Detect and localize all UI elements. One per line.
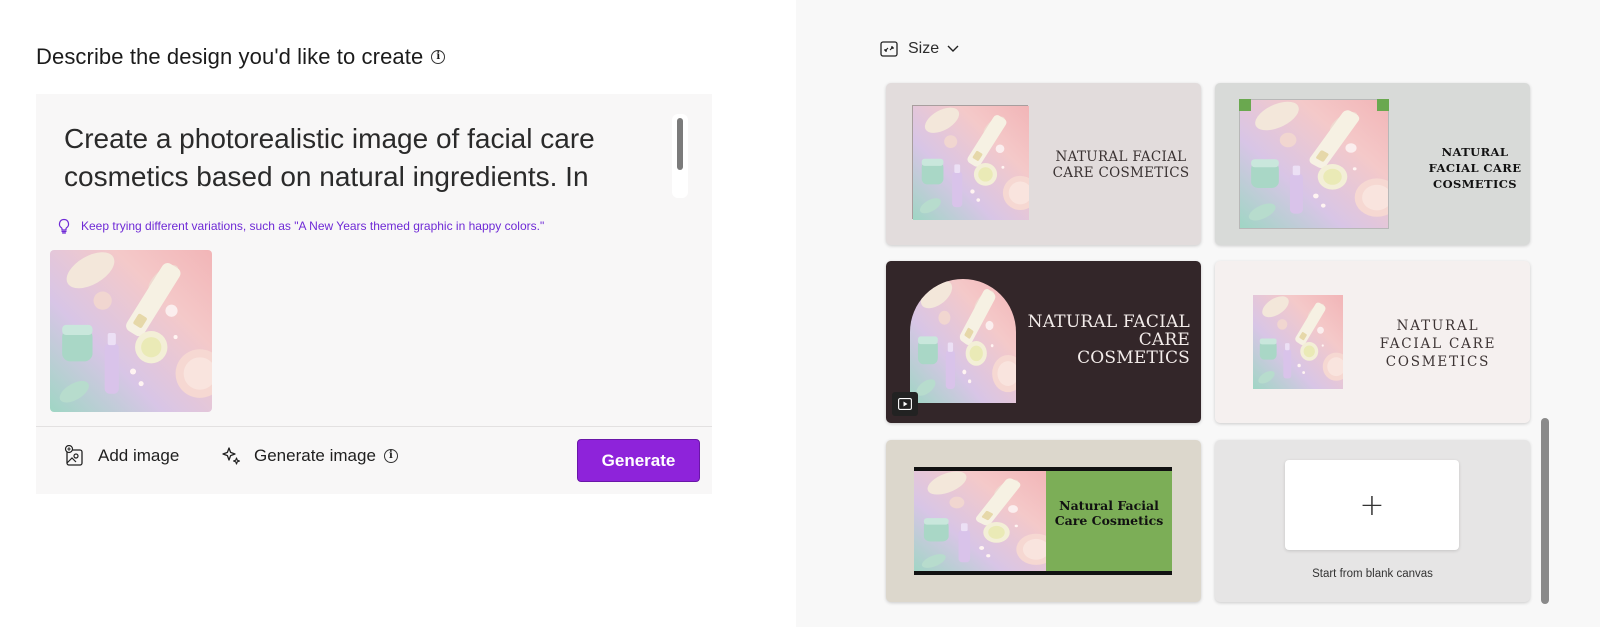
chevron-down-icon xyxy=(947,45,959,52)
template-border xyxy=(914,571,1172,575)
template-title: NATURAL FACIAL CARE COSMETICS xyxy=(1379,318,1497,370)
corner-accent xyxy=(1377,99,1389,111)
prompt-card: Create a photorealistic image of facial … xyxy=(36,94,712,494)
template-image xyxy=(910,279,1016,403)
template-title: Natural Facial Care Cosmetics xyxy=(1054,498,1164,528)
add-image-label: Add image xyxy=(98,446,180,465)
template-card[interactable]: Natural Facial Care Cosmetics xyxy=(886,440,1201,602)
reference-image-thumbnail[interactable] xyxy=(50,250,212,412)
plus-icon: + xyxy=(1285,460,1459,550)
tip-hint: Keep trying different variations, such a… xyxy=(56,218,544,234)
tip-text: Keep trying different variations, such a… xyxy=(81,219,545,233)
sparkle-icon xyxy=(222,447,241,465)
template-card[interactable]: NATURAL FACIAL CARE COSMETICS xyxy=(886,261,1201,423)
template-image xyxy=(1239,99,1389,229)
template-image xyxy=(912,105,1028,219)
template-card[interactable]: NATURAL FACIAL CARE COSMETICS xyxy=(1215,83,1530,245)
template-border xyxy=(914,467,1172,471)
corner-accent xyxy=(1239,99,1251,111)
template-image xyxy=(914,470,1046,574)
template-title: NATURAL FACIAL CARE COSMETICS xyxy=(1428,145,1522,191)
size-label: Size xyxy=(908,40,940,57)
prompt-heading: Describe the design you'd like to create… xyxy=(36,44,446,70)
prompt-textarea[interactable]: Create a photorealistic image of facial … xyxy=(64,120,664,196)
templates-scrollbar[interactable] xyxy=(1541,418,1549,604)
prompt-scrollbar-thumb[interactable] xyxy=(677,118,683,170)
template-card[interactable]: NATURAL FACIAL CARE COSMETICS xyxy=(886,83,1201,245)
template-image xyxy=(1253,295,1343,389)
generate-image-button[interactable]: Generate image i xyxy=(220,445,398,467)
prompt-actions: Add image Generate image i Generate xyxy=(36,427,712,494)
templates-panel: Size NATURAL FACIAL CARE COSMETICS NATUR… xyxy=(796,0,1600,627)
prompt-heading-text: Describe the design you'd like to create xyxy=(36,44,424,69)
play-icon xyxy=(892,392,918,416)
info-icon[interactable]: i xyxy=(383,449,398,463)
generate-button[interactable]: Generate xyxy=(577,439,700,482)
resize-icon xyxy=(880,41,898,57)
info-icon[interactable]: i xyxy=(431,50,446,64)
add-image-icon xyxy=(64,445,83,466)
generate-image-label: Generate image xyxy=(254,446,376,465)
template-title: NATURAL FACIAL CARE COSMETICS xyxy=(1027,312,1190,368)
template-title: NATURAL FACIAL CARE COSMETICS xyxy=(1052,149,1190,181)
prompt-scrollbar[interactable] xyxy=(672,114,688,198)
blank-canvas-card[interactable]: + Start from blank canvas xyxy=(1215,440,1530,602)
template-card[interactable]: NATURAL FACIAL CARE COSMETICS xyxy=(1215,261,1530,423)
size-dropdown[interactable]: Size xyxy=(880,40,959,58)
blank-canvas-label: Start from blank canvas xyxy=(1312,568,1433,580)
add-image-button[interactable]: Add image xyxy=(64,445,179,467)
lightbulb-icon xyxy=(58,218,70,234)
prompt-panel: Describe the design you'd like to create… xyxy=(0,0,796,627)
